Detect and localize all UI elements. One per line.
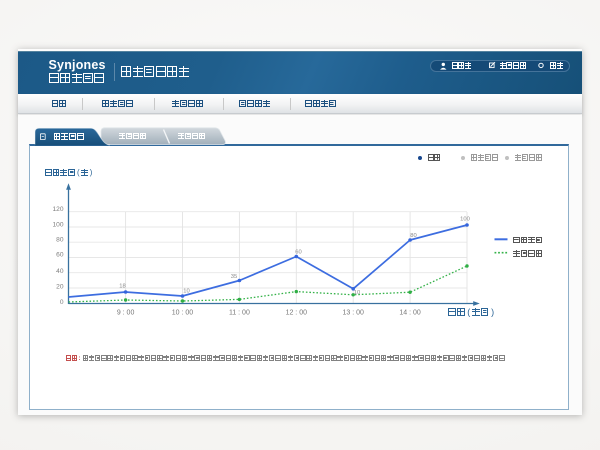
svg-text:20: 20 xyxy=(56,283,64,290)
svg-text:10: 10 xyxy=(183,289,189,295)
svg-text:120: 120 xyxy=(52,206,63,213)
svg-text:60: 60 xyxy=(295,250,301,256)
svg-text:11 : 00: 11 : 00 xyxy=(229,309,250,316)
svg-text:9 : 00: 9 : 00 xyxy=(117,309,135,316)
svg-text:100: 100 xyxy=(52,221,63,228)
svg-text:12 : 00: 12 : 00 xyxy=(286,309,308,316)
svg-text:100: 100 xyxy=(460,217,470,223)
svg-text:80: 80 xyxy=(56,236,64,243)
svg-text:10: 10 xyxy=(354,290,360,296)
svg-text:40: 40 xyxy=(56,268,64,275)
svg-text:60: 60 xyxy=(56,252,64,259)
svg-text:10 : 00: 10 : 00 xyxy=(172,309,194,316)
svg-text:13 : 00: 13 : 00 xyxy=(342,309,364,316)
svg-text:35: 35 xyxy=(231,274,237,280)
svg-text:0: 0 xyxy=(60,299,64,306)
svg-text:80: 80 xyxy=(410,233,416,239)
svg-text:18: 18 xyxy=(119,284,125,290)
svg-text:14 : 00: 14 : 00 xyxy=(399,309,421,316)
